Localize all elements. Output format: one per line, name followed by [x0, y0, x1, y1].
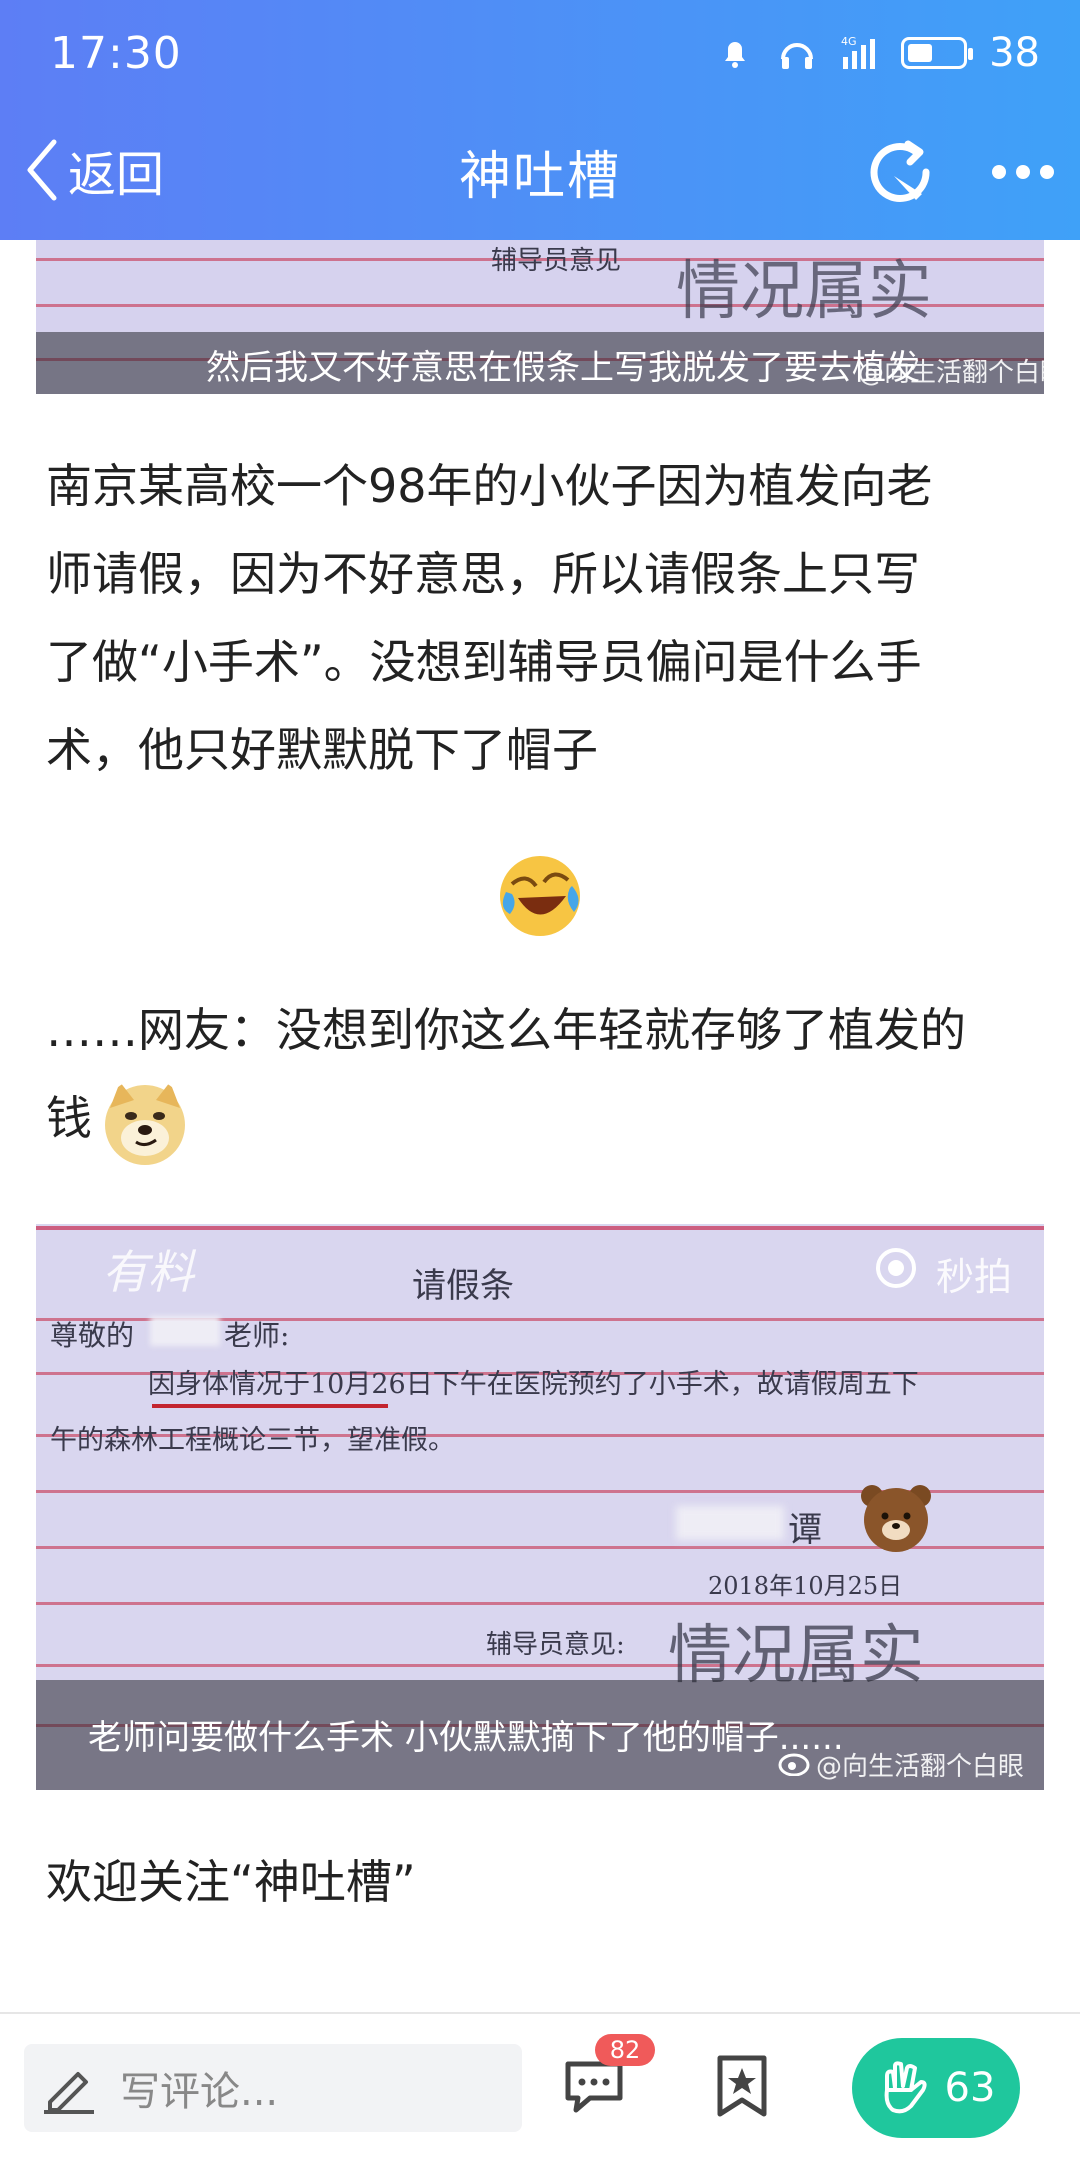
image-handwriting: 情况属实 — [676, 255, 932, 329]
article-image-top: 辅导员意见 情况属实 然后我又不好意思在假条上写我脱发了要去植发 @向生活翻个白… — [36, 240, 1044, 394]
alarm-icon — [725, 42, 746, 68]
article-paragraph-2: ……网友：没想到你这么年轻就存够了植发的 钱 — [46, 986, 1036, 1162]
image-field-label: 辅导员意见 — [491, 246, 622, 276]
counselor-label: 辅导员意见: — [486, 1630, 625, 1660]
main-image-caption: 老师问要做什么手术 小伙默默摘下了他的帽子...... — [88, 1718, 844, 1758]
camera-icon — [876, 1248, 916, 1288]
more-options-button[interactable] — [992, 165, 1054, 179]
battery-level: 38 — [989, 30, 1040, 76]
bottom-action-bar: 写评论... 82 63 — [0, 2012, 1080, 2160]
svg-text:4G: 4G — [841, 35, 857, 48]
like-count: 63 — [944, 2065, 996, 2111]
image-caption: 然后我又不好意思在假条上写我脱发了要去植发 — [206, 348, 920, 388]
signal-icon: 4G — [841, 35, 876, 69]
red-underline — [152, 1404, 388, 1408]
comment-input[interactable]: 写评论... — [24, 2044, 522, 2132]
weibo-icon — [778, 1753, 810, 1776]
paragraph-line: 术，他只好默默脱下了帽子 — [46, 723, 598, 777]
note-date: 2018年10月25日 — [708, 1572, 903, 1600]
image-logo: 有料 — [102, 1245, 194, 1299]
hand-like-icon — [884, 2061, 927, 2114]
doge-emoji-icon — [105, 1082, 185, 1165]
note-title: 请假条 — [412, 1266, 514, 1306]
article-paragraph-3: 欢迎关注“神吐槽” — [46, 1838, 1036, 1926]
article-image-main: 有料 秒拍 请假条 尊敬的 老师: 因身体情况于10月26日下午在医院预约了小手… — [36, 1224, 1044, 1790]
favorite-button[interactable] — [700, 2044, 784, 2128]
paragraph-line: 师请假，因为不好意思，所以请假条上只写 — [46, 547, 920, 601]
paragraph-line: ……网友：没想到你这么年轻就存够了植发的 — [46, 1003, 966, 1057]
paragraph-line: 了做“小手术”。没想到辅导员偏问是什么手 — [46, 635, 922, 689]
refresh-icon[interactable] — [858, 130, 942, 214]
blurred-teacher-name — [150, 1316, 220, 1346]
note-line-2: 午的森林工程概论三节，望准假。 — [50, 1425, 455, 1456]
nav-actions — [858, 130, 1054, 214]
blurred-signature-name — [676, 1506, 784, 1540]
nav-bar: 返回 神吐槽 — [0, 120, 1080, 230]
camera-brand: 秒拍 — [936, 1255, 1013, 1299]
main-image-watermark: @向生活翻个白眼 — [816, 1752, 1025, 1782]
note-signature: 谭 — [788, 1510, 822, 1550]
note-teacher-suffix: 老师: — [224, 1319, 290, 1352]
paragraph-line: 南京某高校一个98年的小伙子因为植发向老 — [46, 459, 933, 513]
note-salutation: 尊敬的 — [50, 1319, 135, 1352]
status-time: 17:30 — [50, 28, 182, 79]
bookmark-star-icon — [717, 2055, 767, 2117]
article-paragraph-1: 南京某高校一个98年的小伙子因为植发向老 师请假，因为不好意思，所以请假条上只写… — [46, 442, 1036, 794]
paragraph-text: 钱 — [46, 1091, 92, 1145]
paragraph-line: 钱 — [46, 1074, 1036, 1162]
bear-sticker-icon — [861, 1485, 931, 1552]
status-icons: 4G 38 — [715, 30, 1040, 76]
status-bar: 17:30 4G 38 — [0, 0, 1080, 115]
note-line-1: 因身体情况于10月26日下午在医院预约了小手术，故请假周五下 — [148, 1369, 919, 1400]
comment-placeholder: 写评论... — [120, 2069, 279, 2115]
comment-count-badge: 82 — [595, 2034, 655, 2066]
headphones-icon — [781, 43, 814, 69]
like-button[interactable]: 63 — [852, 2038, 1020, 2138]
app-header: 17:30 4G 38 返回 神吐槽 — [0, 0, 1080, 240]
laughing-crying-emoji-icon — [500, 856, 580, 936]
battery-icon — [901, 37, 974, 69]
pencil-icon — [44, 2072, 94, 2114]
image-watermark: @向生活翻个白眼 — [858, 358, 1044, 388]
paragraph-line: 欢迎关注“神吐槽” — [46, 1855, 416, 1909]
